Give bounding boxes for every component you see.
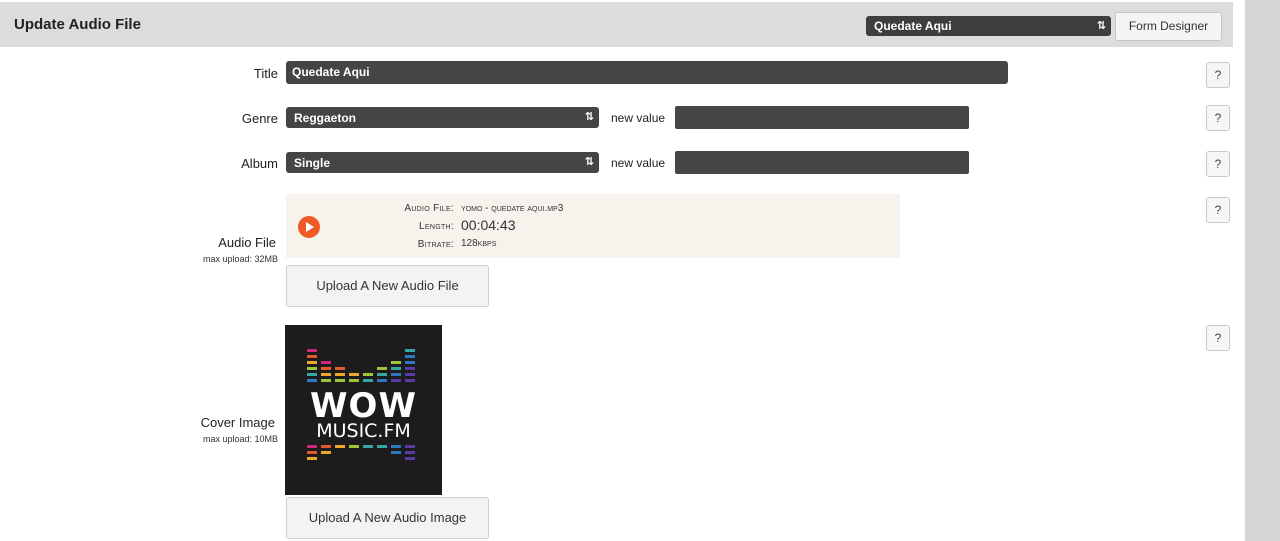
album-help-button[interactable]: ? (1206, 151, 1230, 177)
record-select-value: Quedate Aqui (874, 19, 952, 33)
scrollbar[interactable] (1245, 0, 1280, 541)
title-input[interactable]: Quedate Aqui (286, 61, 1008, 84)
genre-help-button[interactable]: ? (1206, 105, 1230, 131)
audio-file-key: Audio File: (404, 203, 454, 214)
bitrate-value: 128kbps (461, 238, 497, 249)
album-new-value-input[interactable] (675, 151, 969, 174)
length-value: 00:04:43 (461, 217, 516, 233)
cover-image-max-upload: max upload: 10MB (202, 434, 278, 444)
cover-image-label: Cover Image (200, 415, 275, 430)
form-designer-button[interactable]: Form Designer (1115, 12, 1222, 41)
updown-arrows-icon: ⇅ (584, 111, 594, 123)
genre-select-value: Reggaeton (294, 111, 357, 125)
page-title: Update Audio File (14, 16, 141, 33)
cover-image-help-button[interactable]: ? (1206, 325, 1230, 351)
audio-file-max-upload: max upload: 32MB (202, 254, 278, 264)
bitrate-key: Bitrate: (417, 239, 454, 250)
cover-text-wow: WOW (310, 386, 417, 426)
audio-file-help-button[interactable]: ? (1206, 197, 1230, 223)
cover-image: WOW MUSIC.FM (285, 325, 442, 495)
title-help-button[interactable]: ? (1206, 62, 1230, 88)
length-key: Length: (419, 221, 454, 232)
audio-file-name: yomo - quedate aqui.mp3 (461, 203, 564, 214)
main-panel: Update Audio File Quedate Aqui ⇅ Form De… (0, 0, 1233, 541)
updown-arrows-icon: ⇅ (584, 156, 594, 168)
cover-text-musicfm: MUSIC.FM (316, 420, 411, 442)
album-select-value: Single (294, 156, 331, 170)
audio-player: Audio File: yomo - quedate aqui.mp3 Leng… (286, 194, 900, 258)
genre-new-value-input[interactable] (675, 106, 969, 129)
album-label: Album (241, 156, 278, 171)
genre-new-value-label: new value (611, 111, 666, 125)
header-bar: Update Audio File Quedate Aqui ⇅ Form De… (0, 2, 1233, 47)
album-new-value-label: new value (611, 156, 666, 170)
upload-audio-file-button[interactable]: Upload A New Audio File (286, 265, 489, 307)
updown-arrows-icon: ⇅ (1096, 20, 1106, 32)
album-select[interactable]: Single ⇅ (286, 152, 599, 173)
audio-file-label: Audio File (218, 235, 276, 250)
upload-audio-image-button[interactable]: Upload A New Audio Image (286, 497, 489, 539)
record-select[interactable]: Quedate Aqui ⇅ (866, 16, 1111, 36)
title-label: Title (253, 66, 278, 81)
genre-select[interactable]: Reggaeton ⇅ (286, 107, 599, 128)
genre-label: Genre (241, 111, 278, 126)
